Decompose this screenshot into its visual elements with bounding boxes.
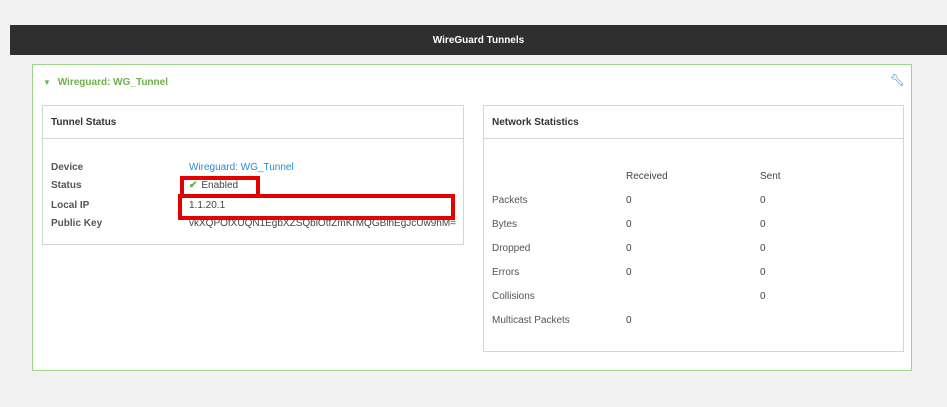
stats-row-multicast: Multicast Packets 0 — [492, 315, 892, 329]
stat-received: 0 — [626, 195, 632, 206]
stat-label: Multicast Packets — [492, 315, 570, 326]
received-header: Received — [626, 171, 668, 182]
triangle-down-icon: ▼ — [43, 78, 51, 87]
sent-header: Sent — [760, 171, 781, 182]
stat-sent: 0 — [760, 195, 766, 206]
stat-received: 0 — [626, 219, 632, 230]
status-label: Status — [51, 180, 82, 191]
stat-label: Dropped — [492, 243, 531, 254]
wrench-icon[interactable]: 🔧︎ — [890, 73, 905, 87]
local-ip-label: Local IP — [51, 200, 90, 211]
stats-row-packets: Packets 0 0 — [492, 195, 892, 209]
stats-row-collisions: Collisions 0 — [492, 291, 892, 305]
network-statistics-title: Network Statistics — [484, 106, 903, 139]
section-title: Wireguard: WG_Tunnel — [57, 77, 168, 88]
tunnel-status-panel: Tunnel Status Device Wireguard: WG_Tunne… — [42, 105, 464, 245]
stat-label: Collisions — [492, 291, 535, 302]
stats-header-row: Received Sent — [492, 171, 892, 185]
device-link[interactable]: Wireguard: WG_Tunnel — [189, 162, 294, 173]
stat-sent: 0 — [760, 267, 766, 278]
network-statistics-panel: Network Statistics Received Sent Packets… — [483, 105, 904, 352]
page-header: WireGuard Tunnels — [10, 25, 947, 55]
stats-row-bytes: Bytes 0 0 — [492, 219, 892, 233]
stat-sent: 0 — [760, 291, 766, 302]
section-toggle[interactable]: ▼ Wireguard: WG_Tunnel — [43, 77, 168, 88]
stat-label: Errors — [492, 267, 520, 278]
device-label: Device — [51, 162, 84, 173]
stat-label: Packets — [492, 195, 528, 206]
stat-received: 0 — [626, 243, 632, 254]
stat-received: 0 — [626, 267, 632, 278]
stat-sent: 0 — [760, 219, 766, 230]
stat-received: 0 — [626, 315, 632, 326]
public-key-label: Public Key — [51, 218, 103, 229]
page-title: WireGuard Tunnels — [432, 34, 525, 46]
stats-row-errors: Errors 0 0 — [492, 267, 892, 281]
local-ip-highlight-box — [178, 194, 455, 220]
stat-sent: 0 — [760, 243, 766, 254]
stat-label: Bytes — [492, 219, 518, 230]
tunnel-section: ▼ Wireguard: WG_Tunnel 🔧︎ Tunnel Status … — [32, 64, 912, 371]
tunnel-status-title: Tunnel Status — [43, 106, 463, 139]
stats-row-dropped: Dropped 0 0 — [492, 243, 892, 257]
